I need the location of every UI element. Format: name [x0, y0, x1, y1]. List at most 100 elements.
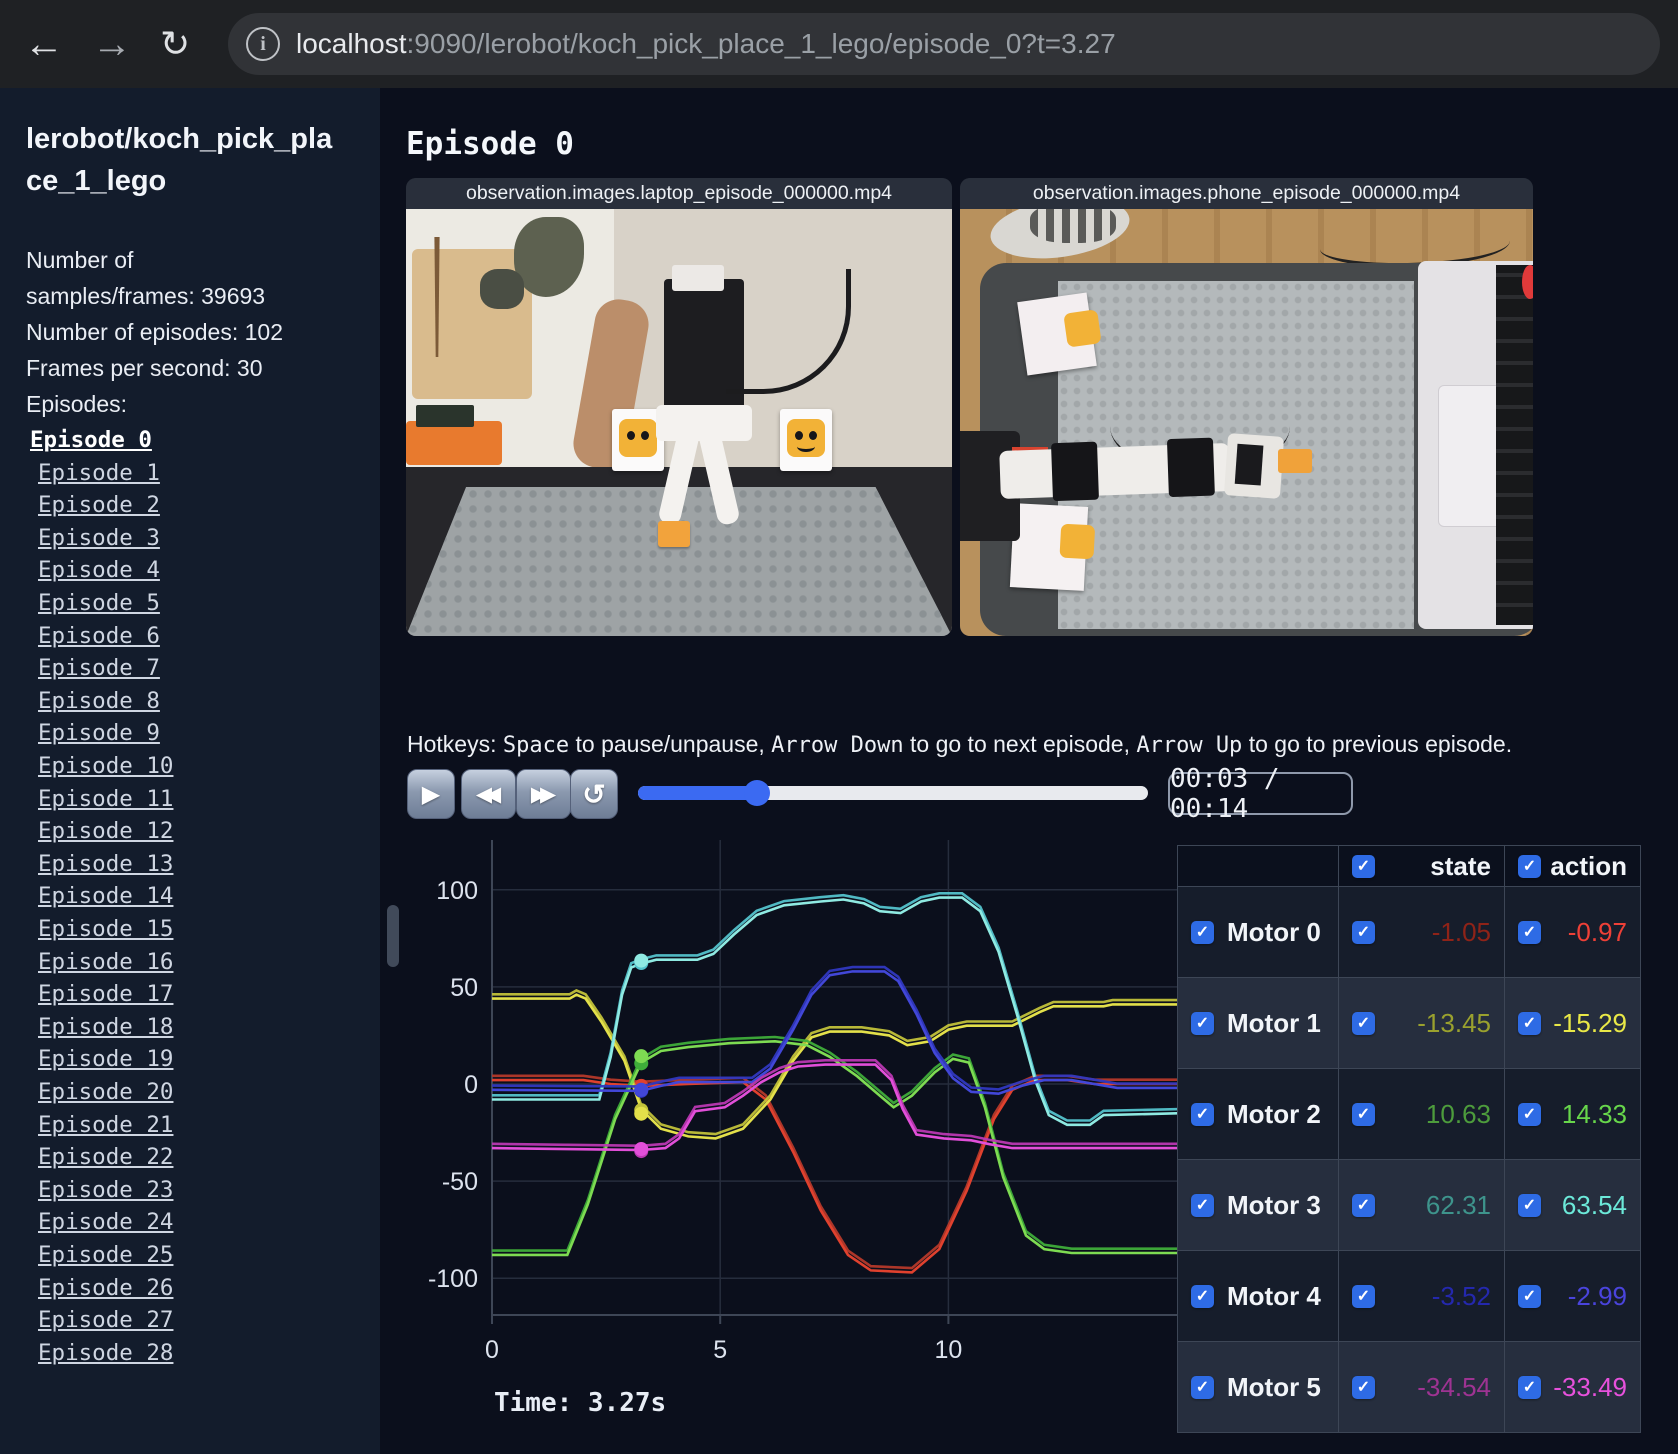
episode-link[interactable]: Episode 23 [38, 1174, 173, 1207]
video-phone-cam[interactable]: observation.images.phone_episode_000000.… [960, 178, 1533, 636]
video-frame-phone-cam [960, 209, 1533, 636]
episode-link[interactable]: Episode 6 [38, 620, 160, 653]
motor-checkbox[interactable]: ✓ [1191, 920, 1214, 944]
state-checkbox[interactable]: ✓ [1352, 1284, 1375, 1308]
episode-link[interactable]: Episode 21 [38, 1109, 173, 1142]
episode-link[interactable]: Episode 12 [38, 815, 173, 848]
episode-link[interactable]: Episode 3 [38, 522, 160, 555]
episode-link[interactable]: Episode 28 [38, 1337, 173, 1370]
episode-link[interactable]: Episode 2 [38, 489, 160, 522]
seek-slider[interactable] [638, 780, 1148, 806]
motor-state-cell: ✓ 10.63 [1339, 1069, 1504, 1159]
url-bar[interactable]: i localhost:9090/lerobot/koch_pick_place… [228, 13, 1660, 75]
motor-checkbox[interactable]: ✓ [1191, 1284, 1214, 1308]
dataset-title: lerobot/koch_pick_place_1_lego [26, 123, 333, 198]
motor-checkbox[interactable]: ✓ [1191, 1193, 1214, 1217]
motor-checkbox[interactable]: ✓ [1191, 1011, 1214, 1035]
episode-link[interactable]: Episode 22 [38, 1141, 173, 1174]
motor-label: Motor 0 [1227, 916, 1321, 947]
episode-link[interactable]: Episode 14 [38, 880, 173, 913]
state-checkbox[interactable]: ✓ [1352, 1011, 1375, 1035]
episode-link[interactable]: Episode 8 [38, 685, 160, 718]
episode-link[interactable]: Episode 26 [38, 1272, 173, 1305]
hotkey-arrow-up: Arrow Up [1136, 733, 1243, 758]
motor-chart: 100 50 0 -50 -100 0 5 10 [428, 840, 1190, 1364]
scrollbar-thumb[interactable] [387, 905, 399, 967]
state-value: 62.31 [1425, 1189, 1491, 1220]
motor-label: Motor 4 [1227, 1280, 1321, 1311]
svg-text:-100: -100 [428, 1265, 478, 1293]
action-value: -2.99 [1567, 1280, 1627, 1311]
dataset-info-line: Frames per second: 30 [26, 355, 263, 382]
state-column-checkbox[interactable]: ✓ [1352, 854, 1375, 878]
action-checkbox[interactable]: ✓ [1518, 1011, 1541, 1035]
back-icon[interactable]: ← [24, 18, 64, 70]
video-frame-laptop-cam [406, 209, 952, 636]
episode-link[interactable]: Episode 25 [38, 1239, 173, 1272]
episode-link[interactable]: Episode 27 [38, 1304, 173, 1337]
state-value: -13.45 [1417, 1007, 1491, 1038]
episode-link[interactable]: Episode 0 [30, 424, 152, 457]
action-checkbox[interactable]: ✓ [1518, 920, 1541, 944]
action-column-checkbox[interactable]: ✓ [1518, 854, 1541, 878]
dataset-info-line: samples/frames: 39693 [26, 283, 266, 310]
episode-link[interactable]: Episode 18 [38, 1011, 173, 1044]
laptop-keyboard [1496, 265, 1533, 625]
action-column-label: action [1550, 850, 1627, 881]
episode-link[interactable]: Episode 9 [38, 717, 160, 750]
motor-action-cell: ✓ -2.99 [1505, 1251, 1640, 1341]
hotkeys-help: Hotkeys: Space to pause/unpause, Arrow D… [407, 731, 1513, 758]
state-value: -3.52 [1431, 1280, 1491, 1311]
action-checkbox[interactable]: ✓ [1518, 1375, 1541, 1399]
seek-slider-thumb[interactable] [744, 780, 771, 806]
current-time-dot [634, 1142, 649, 1157]
robot-camera [672, 265, 724, 291]
motor-label: Motor 3 [1227, 1189, 1321, 1220]
state-column-label: state [1430, 850, 1491, 881]
episode-link[interactable]: Episode 7 [38, 652, 160, 685]
action-value: -15.29 [1553, 1007, 1627, 1038]
episode-link[interactable]: Episode 20 [38, 1076, 173, 1109]
smiley-box [780, 409, 832, 471]
motor-state-cell: ✓ -1.05 [1339, 887, 1504, 977]
state-checkbox[interactable]: ✓ [1352, 1375, 1375, 1399]
state-checkbox[interactable]: ✓ [1352, 1102, 1375, 1126]
time-display: 00:03 / 00:14 [1168, 764, 1353, 824]
svg-text:0: 0 [464, 1071, 478, 1099]
episode-link[interactable]: Episode 10 [38, 750, 173, 783]
table-corner-cell [1178, 846, 1338, 886]
episode-link[interactable]: Episode 4 [38, 554, 160, 587]
hotkey-arrow-down: Arrow Down [771, 733, 904, 758]
svg-text:10: 10 [934, 1336, 962, 1364]
episode-list: Episode 0 Episode 1 Episode 2 Episode 3 Epis… [26, 424, 380, 1369]
action-checkbox[interactable]: ✓ [1518, 1193, 1541, 1217]
forward-icon[interactable]: → [92, 18, 132, 70]
episode-link[interactable]: Episode 5 [38, 587, 160, 620]
series-action-Motor 1 [492, 993, 1186, 1140]
motor-checkbox[interactable]: ✓ [1191, 1102, 1214, 1126]
episode-link[interactable]: Episode 1 [38, 457, 160, 490]
video-laptop-cam[interactable]: observation.images.laptop_episode_000000… [406, 178, 952, 636]
episode-link[interactable]: Episode 13 [38, 848, 173, 881]
episode-link[interactable]: Episode 19 [38, 1043, 173, 1076]
motor-checkbox[interactable]: ✓ [1191, 1375, 1214, 1399]
current-time-dot [634, 1049, 649, 1064]
episode-link[interactable]: Episode 24 [38, 1206, 173, 1239]
episode-link[interactable]: Episode 11 [38, 783, 173, 816]
action-checkbox[interactable]: ✓ [1518, 1284, 1541, 1308]
dataset-info-line: Number of [26, 247, 134, 274]
action-value: -0.97 [1567, 916, 1627, 947]
episode-link[interactable]: Episode 17 [38, 978, 173, 1011]
episode-link[interactable]: Episode 15 [38, 913, 173, 946]
state-checkbox[interactable]: ✓ [1352, 1193, 1375, 1217]
panda-box [1009, 503, 1096, 591]
video-caption: observation.images.phone_episode_000000.… [960, 178, 1533, 209]
state-checkbox[interactable]: ✓ [1352, 920, 1375, 944]
current-time-dot [634, 1082, 649, 1097]
site-info-icon[interactable]: i [246, 27, 280, 61]
motor-row-cell: ✓ Motor 3 [1178, 1160, 1338, 1250]
reload-icon[interactable]: ↻ [160, 18, 190, 70]
action-checkbox[interactable]: ✓ [1518, 1102, 1541, 1126]
hotkey-space: Space [502, 733, 570, 758]
episode-link[interactable]: Episode 16 [38, 946, 173, 979]
